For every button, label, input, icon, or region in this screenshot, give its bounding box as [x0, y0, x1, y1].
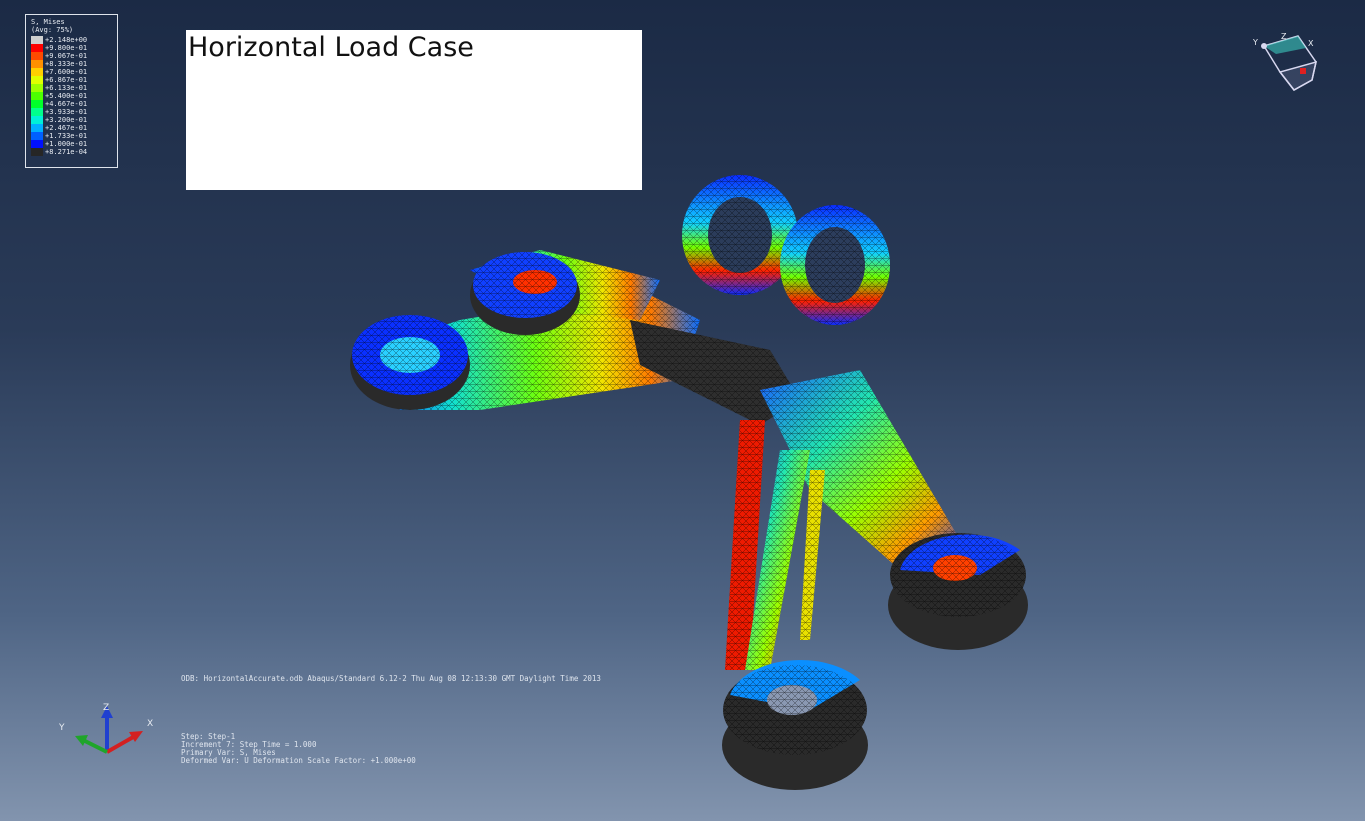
legend-entry: +1.000e-01 [31, 140, 112, 148]
legend-entry: +2.148e+00 [31, 36, 112, 44]
legend-entry: +8.333e-01 [31, 60, 112, 68]
legend-value: +3.200e-01 [45, 116, 88, 124]
legend-swatch [31, 76, 43, 84]
legend-swatch [31, 124, 43, 132]
legend-title: S, Mises [31, 18, 65, 26]
odb-info-line: ODB: HorizontalAccurate.odb Abaqus/Stand… [181, 674, 601, 683]
legend-value: +1.000e-01 [45, 140, 88, 148]
fe-model-render[interactable] [340, 150, 1040, 800]
legend-value: +9.067e-01 [45, 52, 88, 60]
legend-swatch [31, 148, 43, 156]
legend-swatch [31, 36, 43, 44]
legend-entry: +3.200e-01 [31, 116, 112, 124]
legend-entry: +2.467e-01 [31, 124, 112, 132]
legend-entry: +3.933e-01 [31, 108, 112, 116]
view-cube-icon[interactable]: Y Z X [1250, 32, 1325, 97]
legend-swatch [31, 68, 43, 76]
legend-entry: +9.800e-01 [31, 44, 112, 52]
legend-value: +7.600e-01 [45, 68, 88, 76]
legend-value: +5.400e-01 [45, 92, 88, 100]
legend-swatch [31, 84, 43, 92]
legend-value: +1.733e-01 [45, 132, 88, 140]
legend-swatch [31, 100, 43, 108]
legend-entry: +5.400e-01 [31, 92, 112, 100]
legend-value: +2.467e-01 [45, 124, 88, 132]
legend-value: +6.133e-01 [45, 84, 88, 92]
legend-entry: +4.667e-01 [31, 100, 112, 108]
legend-value: +4.667e-01 [45, 100, 88, 108]
legend-swatch [31, 60, 43, 68]
triad-x-label: X [147, 719, 153, 729]
legend-value: +6.867e-01 [45, 76, 88, 84]
legend-entry: +7.600e-01 [31, 68, 112, 76]
legend-swatch [31, 108, 43, 116]
legend-entry: +9.067e-01 [31, 52, 112, 60]
legend-swatch [31, 52, 43, 60]
stress-legend: S, Mises (Avg: 75%) +2.148e+00 +9.800e-01… [25, 14, 118, 168]
legend-rows: +2.148e+00 +9.800e-01 +9.067e-01 +8.333e-01… [31, 36, 112, 156]
legend-swatch [31, 116, 43, 124]
legend-value: +9.800e-01 [45, 44, 88, 52]
legend-swatch [31, 44, 43, 52]
legend-entry: +1.733e-01 [31, 132, 112, 140]
viewcube-z-label: Z [1281, 32, 1287, 41]
legend-value: +8.271e-04 [45, 148, 88, 156]
triad-z-label: Z [103, 703, 109, 713]
triad-y-label: Y [58, 723, 65, 733]
legend-entry: +8.271e-04 [31, 148, 112, 156]
coordinate-triad-icon: Z X Y [58, 703, 153, 754]
legend-value: +3.933e-01 [45, 108, 88, 116]
legend-swatch [31, 140, 43, 148]
legend-entry: +6.867e-01 [31, 76, 112, 84]
viewcube-y-label: Y [1252, 38, 1258, 47]
legend-swatch [31, 92, 43, 100]
legend-value: +8.333e-01 [45, 60, 88, 68]
legend-subtitle: (Avg: 75%) [31, 26, 74, 34]
legend-entry: +6.133e-01 [31, 84, 112, 92]
legend-value: +2.148e+00 [45, 36, 88, 44]
load-case-title: Horizontal Load Case [188, 32, 474, 63]
viewcube-x-label: X [1308, 39, 1314, 48]
step-info-3: Deformed Var: U Deformation Scale Factor… [181, 756, 416, 765]
legend-swatch [31, 132, 43, 140]
